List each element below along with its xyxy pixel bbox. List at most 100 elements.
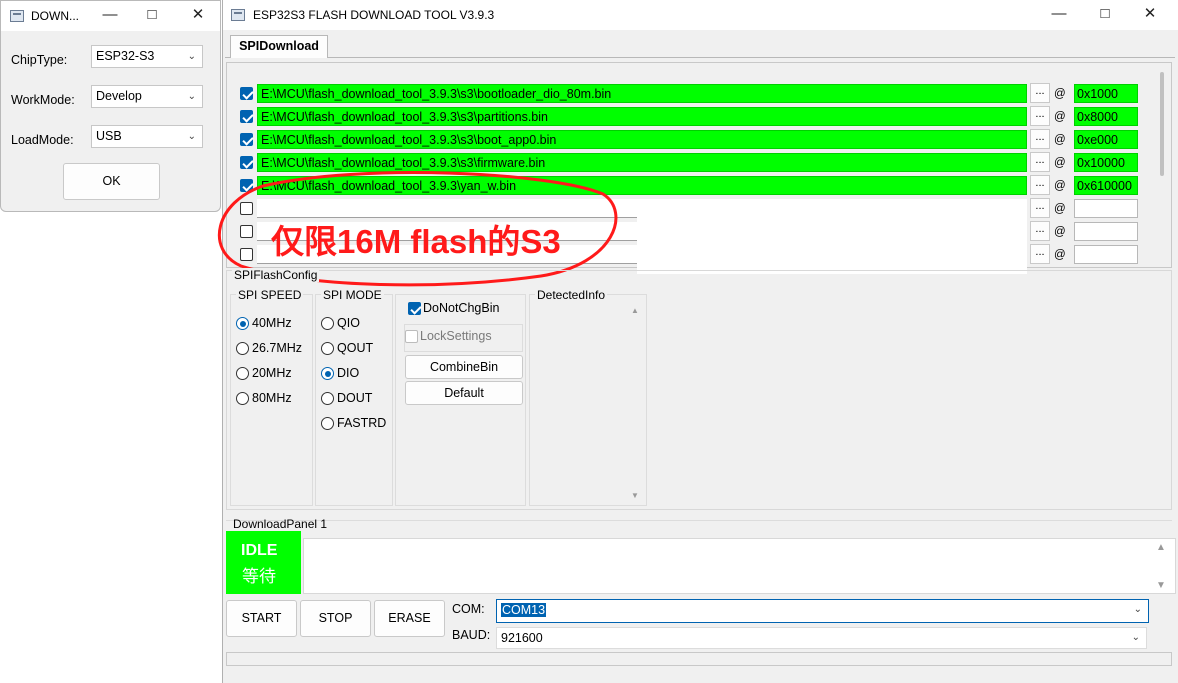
empty-path-area — [637, 199, 1027, 274]
chevron-down-icon: ⌄ — [1133, 604, 1142, 615]
file-list-scrollbar[interactable] — [1160, 72, 1164, 176]
annotation-text: 仅限16M flash的S3 — [271, 223, 561, 260]
at-symbol: @ — [1054, 203, 1066, 215]
browse-file-button[interactable]: ... — [1030, 106, 1050, 126]
flash-address-field[interactable] — [1074, 222, 1138, 241]
browse-file-button[interactable]: ... — [1030, 152, 1050, 172]
radio-label: 40MHz — [252, 316, 292, 330]
at-symbol: @ — [1054, 157, 1066, 169]
do-not-chg-bin-label: DoNotChgBin — [423, 301, 500, 315]
lock-settings-checkbox[interactable] — [405, 330, 418, 343]
flash-address-field[interactable]: 0xe000 — [1074, 130, 1138, 149]
at-symbol: @ — [1054, 249, 1066, 261]
file-path-field[interactable]: E:\MCU\flash_download_tool_3.9.3\s3\boot… — [257, 84, 1027, 103]
default-button[interactable]: Default — [405, 381, 523, 405]
flash-address-field[interactable]: 0x610000 — [1074, 176, 1138, 195]
title-bar: ESP32S3 FLASH DOWNLOAD TOOL V3.9.3 — □ ✕ — [223, 0, 1178, 30]
flash-address-field[interactable]: 0x10000 — [1074, 153, 1138, 172]
maximize-icon[interactable]: □ — [137, 6, 167, 24]
work-mode-label: WorkMode: — [11, 93, 75, 107]
chevron-down-icon: ⌄ — [187, 91, 196, 102]
radio-label: QIO — [337, 316, 360, 330]
browse-file-button[interactable]: ... — [1030, 83, 1050, 103]
close-icon[interactable]: ✕ — [183, 6, 213, 24]
minimize-icon[interactable]: — — [95, 6, 125, 24]
combine-bin-button[interactable]: CombineBin — [405, 355, 523, 379]
baud-select[interactable]: 921600 ⌄ — [496, 627, 1147, 649]
file-enable-checkbox[interactable] — [240, 87, 253, 100]
browse-file-button[interactable]: ... — [1030, 198, 1050, 218]
file-path-field[interactable]: E:\MCU\flash_download_tool_3.9.3\s3\boot… — [257, 130, 1027, 149]
work-mode-select[interactable]: Develop ⌄ — [91, 85, 203, 108]
baud-value: 921600 — [501, 631, 543, 645]
chip-type-value: ESP32-S3 — [96, 49, 155, 63]
window-title: ESP32S3 FLASH DOWNLOAD TOOL V3.9.3 — [253, 8, 495, 22]
flash-address-field[interactable]: 0x1000 — [1074, 84, 1138, 103]
detected-info-title: DetectedInfo — [535, 288, 608, 302]
radio-qout[interactable] — [321, 342, 334, 355]
load-mode-label: LoadMode: — [11, 133, 74, 147]
radio-26-7mhz[interactable] — [236, 342, 249, 355]
spi-flash-config-title: SPIFlashConfig — [232, 268, 320, 282]
spi-speed-title: SPI SPEED — [236, 288, 304, 302]
com-value: COM13 — [501, 603, 547, 617]
chip-type-label: ChipType: — [11, 53, 68, 67]
app-icon — [231, 9, 245, 21]
radio-dio[interactable] — [321, 367, 334, 380]
status-text-zh: 等待 — [242, 567, 276, 586]
tab-spidownload[interactable]: SPIDownload — [230, 35, 328, 58]
baud-label: BAUD: — [452, 628, 491, 642]
progress-bar — [226, 652, 1172, 666]
title-bar: DOWN... — □ ✕ — [1, 1, 220, 31]
com-label: COM: — [452, 602, 485, 616]
chevron-down-icon: ⌄ — [1131, 632, 1140, 643]
do-not-chg-bin-checkbox[interactable] — [408, 302, 421, 315]
at-symbol: @ — [1054, 88, 1066, 100]
radio-20mhz[interactable] — [236, 367, 249, 380]
at-symbol: @ — [1054, 134, 1066, 146]
scroll-down-icon[interactable]: ▼ — [1156, 580, 1166, 591]
scroll-down-icon[interactable]: ▼ — [631, 491, 639, 500]
radio-40mhz[interactable] — [236, 317, 249, 330]
maximize-icon[interactable]: □ — [1090, 5, 1120, 23]
radio-80mhz[interactable] — [236, 392, 249, 405]
flash-address-field[interactable] — [1074, 199, 1138, 218]
chip-type-select[interactable]: ESP32-S3 ⌄ — [91, 45, 203, 68]
radio-dout[interactable] — [321, 392, 334, 405]
download-panel-title: DownloadPanel 1 — [233, 517, 328, 531]
radio-label: 80MHz — [252, 391, 292, 405]
scroll-up-icon[interactable]: ▲ — [631, 306, 639, 315]
radio-fastrd[interactable] — [321, 417, 334, 430]
app-icon — [10, 10, 24, 22]
start-button[interactable]: START — [226, 600, 297, 637]
work-mode-value: Develop — [96, 89, 142, 103]
flash-address-field[interactable] — [1074, 245, 1138, 264]
close-icon[interactable]: ✕ — [1135, 5, 1165, 23]
browse-file-button[interactable]: ... — [1030, 129, 1050, 149]
ok-button[interactable]: OK — [63, 163, 160, 200]
minimize-icon[interactable]: — — [1044, 5, 1074, 23]
log-output[interactable] — [303, 538, 1176, 594]
flash-download-tool-window: ESP32S3 FLASH DOWNLOAD TOOL V3.9.3 — □ ✕… — [217, 0, 1178, 683]
flash-address-field[interactable]: 0x8000 — [1074, 107, 1138, 126]
spi-mode-title: SPI MODE — [321, 288, 384, 302]
browse-file-button[interactable]: ... — [1030, 244, 1050, 264]
browse-file-button[interactable]: ... — [1030, 221, 1050, 241]
file-enable-checkbox[interactable] — [240, 110, 253, 123]
radio-label: 26.7MHz — [252, 341, 303, 355]
scroll-up-icon[interactable]: ▲ — [1156, 542, 1166, 553]
at-symbol: @ — [1054, 180, 1066, 192]
load-mode-select[interactable]: USB ⌄ — [91, 125, 203, 148]
config-dialog-window: DOWN... — □ ✕ ChipType: ESP32-S3 ⌄ WorkM… — [0, 0, 221, 212]
window-title: DOWN... — [31, 9, 79, 23]
com-select[interactable]: COM13 ⌄ — [496, 599, 1149, 623]
stop-button[interactable]: STOP — [300, 600, 371, 637]
radio-label: DOUT — [337, 391, 373, 405]
chevron-down-icon: ⌄ — [187, 51, 196, 62]
file-enable-checkbox[interactable] — [240, 133, 253, 146]
erase-button[interactable]: ERASE — [374, 600, 445, 637]
file-path-field[interactable]: E:\MCU\flash_download_tool_3.9.3\s3\part… — [257, 107, 1027, 126]
at-symbol: @ — [1054, 226, 1066, 238]
radio-qio[interactable] — [321, 317, 334, 330]
browse-file-button[interactable]: ... — [1030, 175, 1050, 195]
